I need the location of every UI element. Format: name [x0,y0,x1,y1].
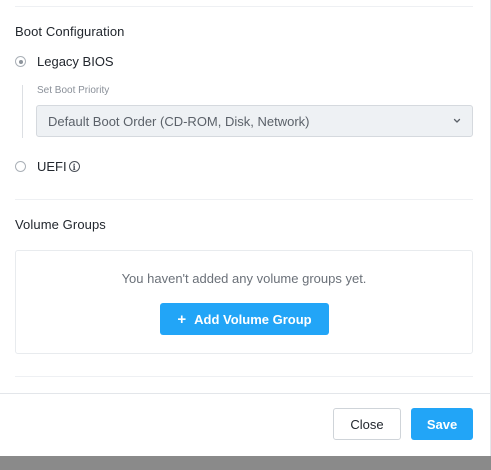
chevron-down-icon [453,118,461,123]
indent-line [22,85,23,138]
section-divider-bottom [15,376,473,377]
empty-message: You haven't added any volume groups yet. [121,271,367,286]
uefi-radio[interactable] [15,161,26,172]
save-button[interactable]: Save [411,408,473,440]
boot-priority-value: Default Boot Order (CD-ROM, Disk, Networ… [48,113,310,129]
legacy-bios-label: Legacy BIOS [37,54,114,69]
plus-icon: + [177,310,187,328]
uefi-option[interactable]: UEFI i [15,159,80,174]
legacy-bios-radio[interactable] [15,56,26,67]
footer-divider [0,393,491,394]
volume-groups-title: Volume Groups [15,217,106,232]
info-icon[interactable]: i [68,161,80,172]
close-button[interactable]: Close [333,408,401,440]
boot-priority-select[interactable]: Default Boot Order (CD-ROM, Disk, Networ… [36,105,473,137]
top-divider [15,6,473,7]
set-boot-priority-label: Set Boot Priority [37,85,110,96]
boot-configuration-title: Boot Configuration [15,24,125,39]
background-overlay [0,456,491,470]
add-volume-group-button[interactable]: + Add Volume Group [160,303,329,335]
add-volume-group-label: Add Volume Group [194,311,312,327]
uefi-label: UEFI [37,159,67,174]
legacy-bios-option[interactable]: Legacy BIOS [15,54,114,69]
section-divider [15,199,473,200]
volume-groups-empty-state: You haven't added any volume groups yet.… [15,250,473,354]
